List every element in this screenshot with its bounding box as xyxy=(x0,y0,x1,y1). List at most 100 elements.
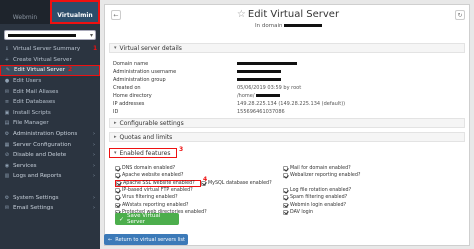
sidebar-item[interactable]: ▣ Install Scripts xyxy=(0,108,100,119)
details-table: Domain name Administration username Admini… xyxy=(113,60,453,116)
sidebar-item[interactable]: ✎ Edit Virtual Server xyxy=(0,65,100,76)
sidebar-item[interactable]: ● Edit Users xyxy=(0,76,100,87)
detail-value: /home/ xyxy=(237,93,281,99)
chevron-right-icon: › xyxy=(93,141,95,148)
section-details[interactable]: ▾ Virtual server details xyxy=(109,43,465,53)
section-configurable-label: Configurable settings xyxy=(119,119,184,127)
star-icon[interactable]: ☆ xyxy=(237,9,246,20)
tab-webmin[interactable]: Webmin xyxy=(0,0,50,24)
sidebar-item-label: Edit Users xyxy=(13,78,42,85)
page-title-row: ☆ Edit Virtual Server xyxy=(105,9,471,20)
save-button[interactable]: ✓ Save Virtual Server xyxy=(115,213,179,225)
gear-icon: ⚙ xyxy=(4,131,10,138)
redacted-value xyxy=(237,70,281,73)
feature-cell: Webmin login enabled? xyxy=(283,202,451,208)
feature-checkbox[interactable] xyxy=(115,173,120,179)
feature-checkbox[interactable] xyxy=(283,188,288,194)
feature-checkbox[interactable] xyxy=(283,195,288,201)
feature-checkbox[interactable] xyxy=(283,202,288,208)
feature-cell: IP-based virtual FTP enabled? xyxy=(115,188,283,194)
feature-cell: Spam filtering enabled? xyxy=(283,195,451,201)
detail-label: Domain name xyxy=(113,61,149,67)
sidebar-item[interactable]: ≡ Edit Databases xyxy=(0,97,100,108)
user-icon: ● xyxy=(4,78,10,85)
detail-value-text: 149.28.225.134 (149.28.225.134 (default)… xyxy=(237,101,346,107)
detail-row: Created on 05/06/2019 03:59 by root xyxy=(113,84,453,92)
callout-2: 2 xyxy=(68,66,73,73)
sidebar-item[interactable]: ✉ Email Settings › xyxy=(0,203,100,214)
detail-label: IP addresses xyxy=(113,101,145,107)
feature-label: Webmin login enabled? xyxy=(290,202,347,208)
section-features[interactable]: ▾ Enabled features xyxy=(109,148,177,158)
sidebar-top-tabs: Webmin Virtualmin xyxy=(0,0,100,24)
feature-checkbox[interactable] xyxy=(115,188,120,194)
features-grid: DNS domain enabled? Mail for domain enabl… xyxy=(115,165,455,216)
detail-label: Created on xyxy=(113,85,141,91)
sidebar-item-label: Administration Options xyxy=(13,131,78,138)
redacted-value xyxy=(237,78,281,81)
feature-checkbox[interactable] xyxy=(115,166,120,172)
feature-label: AWstats reporting enabled? xyxy=(122,202,189,208)
tab-virtualmin[interactable]: Virtualmin xyxy=(50,0,100,24)
feature-checkbox[interactable] xyxy=(116,180,121,186)
feature-row: AWstats reporting enabled? Webmin login e… xyxy=(115,201,455,208)
feature-checkbox[interactable] xyxy=(283,166,288,172)
redacted-value xyxy=(256,94,281,97)
feature-cell: DAV login xyxy=(283,209,451,215)
sidebar-item[interactable]: ⚙ Administration Options › xyxy=(0,129,100,140)
feature-cell: Mail for domain enabled? xyxy=(283,166,451,172)
sidebar-item[interactable]: ⚙ System Settings › xyxy=(0,192,100,203)
sidebar-item xyxy=(0,182,100,193)
section-quotas[interactable]: ▸ Quotas and limits xyxy=(109,132,465,142)
feature-cell: Webalizer reporting enabled? xyxy=(283,173,451,179)
detail-row: Home directory/home/ xyxy=(113,92,453,100)
feature-label: Apache SSL website enabled? xyxy=(123,180,195,186)
chevron-down-icon: ▾ xyxy=(114,45,117,51)
sidebar-item-label: System Settings xyxy=(13,194,59,201)
database-icon: ≡ xyxy=(4,99,10,106)
feature-checkbox[interactable] xyxy=(115,202,120,208)
feature-checkbox[interactable] xyxy=(283,173,288,179)
edit-icon: ✎ xyxy=(5,67,11,74)
chevron-right-icon: › xyxy=(93,205,95,212)
feature-cell: MySQL database enabled? xyxy=(201,180,369,186)
sidebar-item[interactable]: ◉ Services › xyxy=(0,161,100,172)
feature-label: Spam filtering enabled? xyxy=(290,195,348,201)
feature-label: Log file rotation enabled? xyxy=(290,188,352,194)
feature-checkbox[interactable] xyxy=(115,195,120,201)
sidebar-menu: ℹ Virtual Server Summary + Create Virtual S… xyxy=(0,44,100,214)
return-button[interactable]: ← Return to virtual servers list xyxy=(104,234,188,245)
sidebar-item[interactable]: ▦ Server Configuration › xyxy=(0,139,100,150)
feature-row: IP-based virtual FTP enabled? Log file ro… xyxy=(115,187,455,194)
chevron-right-icon: › xyxy=(93,194,95,201)
sidebar-item-label: Email Settings xyxy=(13,205,54,212)
feature-cell: Apache SSL website enabled? xyxy=(115,179,201,187)
chevron-down-icon: ▾ xyxy=(114,150,117,156)
detail-value xyxy=(237,69,281,75)
feature-row: Virus filtering enabled? Spam filtering e… xyxy=(115,194,455,201)
domain-select[interactable]: ▾ xyxy=(4,30,96,40)
detail-label: Administration username xyxy=(113,69,177,75)
feature-label: Virus filtering enabled? xyxy=(122,195,178,201)
feature-label: IP-based virtual FTP enabled? xyxy=(122,188,193,194)
sidebar-item[interactable]: ℹ Virtual Server Summary xyxy=(0,44,100,55)
section-features-label: Enabled features xyxy=(119,149,171,157)
feature-checkbox[interactable] xyxy=(283,209,288,215)
redacted-domain-name xyxy=(284,24,323,27)
detail-value: 05/06/2019 03:59 by root xyxy=(237,85,301,91)
sidebar-item-label: Edit Mail Aliases xyxy=(13,88,59,95)
section-configurable[interactable]: ▸ Configurable settings xyxy=(109,118,465,128)
sidebar-item[interactable]: ⊘ Disable and Delete › xyxy=(0,150,100,161)
info-icon: ℹ xyxy=(6,46,8,53)
redacted-domain xyxy=(8,34,76,37)
sidebar-item[interactable]: + Create Virtual Server xyxy=(0,55,100,66)
sidebar-item[interactable]: ▤ File Manager xyxy=(0,118,100,129)
mail-icon: ✉ xyxy=(4,88,10,95)
sidebar-item-label: Edit Virtual Server xyxy=(14,67,66,74)
sidebar-item[interactable]: ▥ Logs and Reports › xyxy=(0,171,100,182)
sidebar-item[interactable]: ✉ Edit Mail Aliases xyxy=(0,86,100,97)
detail-label: Home directory xyxy=(113,93,152,99)
sidebar-item-label: Server Configuration xyxy=(13,141,72,148)
redacted-value xyxy=(237,62,297,65)
page-title: Edit Virtual Server xyxy=(247,9,340,20)
